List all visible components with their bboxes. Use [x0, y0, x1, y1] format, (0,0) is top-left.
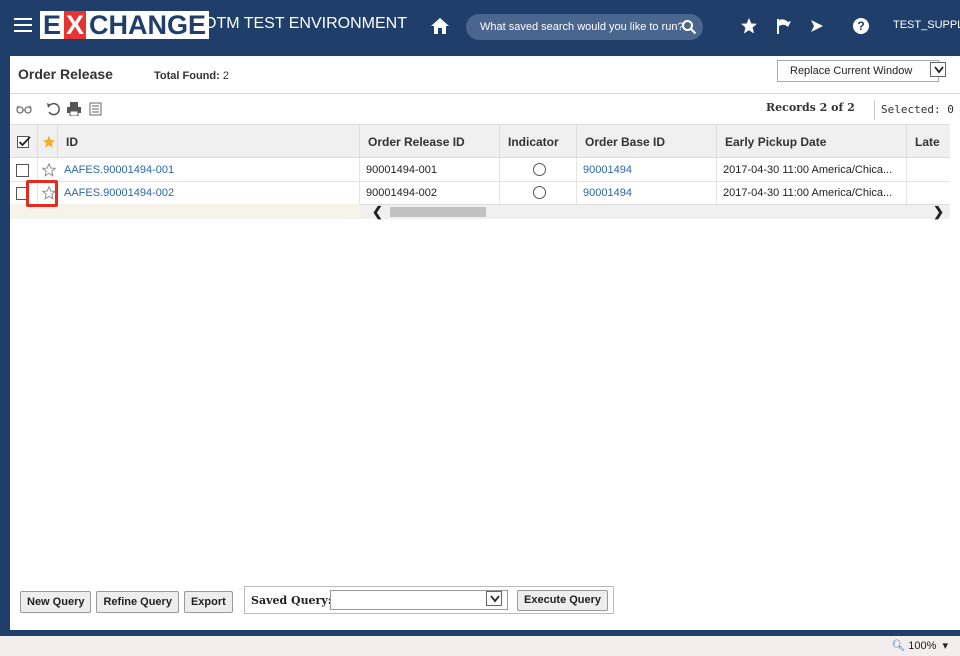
table-row: AAFES.90001494-001 90001494-001 90001494… — [10, 159, 950, 182]
select-all-cell[interactable] — [10, 125, 38, 159]
hamburger-menu-icon[interactable] — [14, 18, 32, 32]
row-order-release-id: 90001494-001 — [360, 159, 500, 181]
star-filled-icon — [42, 135, 56, 148]
exchange-logo[interactable]: E X CHANGE — [40, 10, 210, 40]
total-found: Total Found: 2 — [154, 70, 229, 82]
print-icon[interactable] — [66, 102, 82, 116]
row-order-release-id: 90001494-002 — [360, 182, 500, 204]
row-early-pickup-date: 2017-04-30 11:00 America/Chica... — [717, 159, 907, 181]
bell-icon[interactable] — [808, 17, 826, 35]
favorite-column-header — [38, 125, 58, 159]
column-header-early-pickup-date[interactable]: Early Pickup Date — [717, 125, 907, 159]
column-header-indicator[interactable]: Indicator — [500, 125, 577, 159]
page-title: Order Release — [18, 66, 113, 82]
indicator-circle-icon — [533, 163, 546, 176]
indicator-circle-icon — [533, 186, 546, 199]
new-query-button[interactable]: New Query — [20, 591, 92, 613]
records-count: Records 2 of 2 — [766, 101, 855, 114]
chevron-down-icon — [490, 595, 500, 603]
column-header-order-release-id[interactable]: Order Release ID — [360, 125, 500, 159]
row-indicator-cell — [500, 182, 577, 204]
star-outline-icon[interactable] — [42, 163, 56, 177]
flag-icon[interactable] — [775, 17, 793, 35]
top-bar: E X CHANGE OTM TEST ENVIRONMENT What saved… — [0, 0, 960, 54]
row-order-base-id-link[interactable]: 90001494 — [577, 159, 717, 181]
saved-search-input[interactable]: What saved search would you like to run? — [466, 14, 703, 40]
row-checkbox[interactable] — [16, 164, 29, 177]
export-button[interactable]: Export — [183, 591, 233, 613]
table-header: ID Order Release ID Indicator Order Base… — [10, 124, 950, 183]
refresh-icon[interactable] — [46, 102, 62, 116]
logo-text: CHANGE — [86, 11, 210, 39]
scrollbar-thumb[interactable] — [390, 207, 486, 217]
row-id-link[interactable]: AAFES.90001494-001 — [58, 159, 360, 181]
window-target-select[interactable]: Replace Current Window — [777, 60, 939, 82]
status-bar: 🔍︎ 100% ▾ — [0, 636, 960, 656]
query-actions: New Query Refine Query Export — [20, 588, 238, 616]
row-order-base-id-link[interactable]: 90001494 — [577, 182, 717, 204]
row-select-cell — [10, 159, 38, 181]
zoom-icon: 🔍︎ — [891, 640, 906, 652]
logo-letter-e: E — [40, 11, 65, 39]
column-header-order-base-id[interactable]: Order Base ID — [577, 125, 717, 159]
total-found-label: Total Found: — [154, 70, 220, 82]
row-late-pickup-date — [907, 159, 950, 181]
scroll-right-icon[interactable]: ❯ — [933, 205, 944, 219]
home-icon[interactable] — [430, 16, 450, 36]
refine-query-button[interactable]: Refine Query — [96, 591, 179, 613]
table-row: AAFES.90001494-002 90001494-002 90001494… — [10, 182, 950, 205]
chevron-down-icon — [934, 66, 944, 74]
selected-count: Selected: 0 — [874, 100, 954, 120]
results-toolbar: Records 2 of 2 Selected: 0 — [10, 94, 960, 124]
saved-query-label: Saved Query: — [251, 594, 332, 607]
user-menu[interactable]: TEST_SUPPL — [893, 19, 960, 31]
svg-text:?: ? — [857, 19, 864, 33]
environment-label: OTM TEST ENVIRONMENT — [204, 15, 407, 32]
row-id-link[interactable]: AAFES.90001494-002 — [58, 182, 360, 204]
search-placeholder: What saved search would you like to run? — [480, 21, 684, 33]
row-late-pickup-date — [907, 182, 950, 204]
row-early-pickup-date: 2017-04-30 11:00 America/Chica... — [717, 182, 907, 204]
view-glasses-icon[interactable] — [16, 102, 32, 116]
column-header-late-pickup[interactable]: Late P — [907, 125, 950, 183]
row-indicator-cell — [500, 159, 577, 181]
logo-letter-x: X — [64, 10, 87, 40]
favorites-star-icon[interactable] — [740, 17, 758, 35]
column-header-id[interactable]: ID — [58, 125, 360, 159]
select-all-checkbox-icon[interactable] — [17, 135, 31, 149]
chevron-down-icon: ▾ — [939, 640, 948, 652]
window-target-dropdown-button[interactable] — [930, 62, 946, 77]
execute-query-button[interactable]: Execute Query — [517, 590, 609, 611]
saved-query-dropdown-button[interactable] — [486, 591, 502, 606]
list-view-icon[interactable] — [88, 102, 104, 116]
checkbox-highlight-box — [26, 180, 58, 207]
help-icon[interactable]: ? — [852, 17, 870, 35]
horizontal-scrollbar[interactable]: ❮ ❯ — [360, 204, 950, 219]
zoom-control[interactable]: 🔍︎ 100% ▾ — [891, 639, 948, 652]
panel-header: Order Release Total Found: 2 Replace Cur… — [10, 56, 960, 94]
zoom-level: 100% — [908, 640, 937, 652]
saved-query-group: Saved Query: Execute Query — [244, 586, 614, 614]
scroll-left-icon[interactable]: ❮ — [372, 205, 383, 219]
saved-query-select[interactable] — [330, 590, 508, 610]
search-icon[interactable] — [681, 19, 697, 35]
total-found-value: 2 — [222, 70, 229, 82]
